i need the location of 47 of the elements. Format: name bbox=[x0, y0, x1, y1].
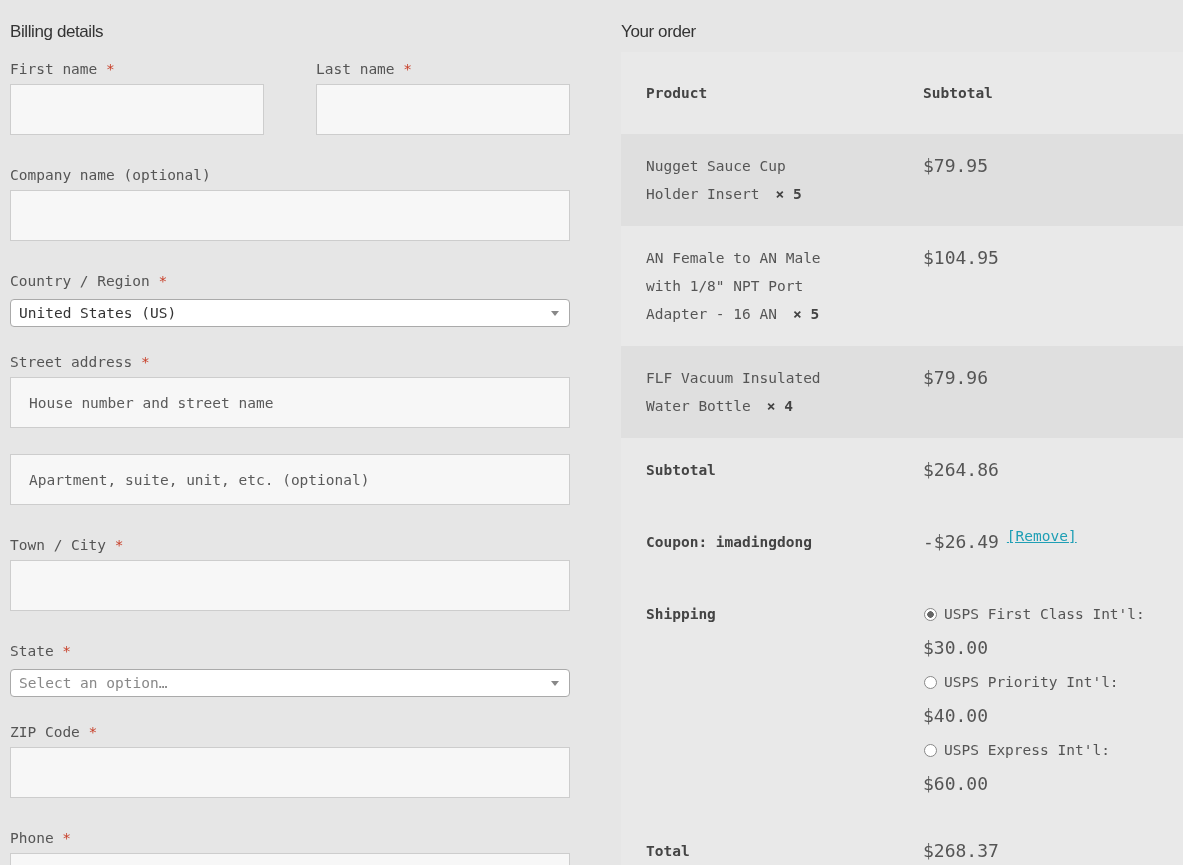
total-label: Coupon: imadingdong bbox=[646, 533, 812, 552]
text-input[interactable] bbox=[10, 560, 570, 611]
shipping-price: $60.00 bbox=[923, 772, 989, 796]
radio-button[interactable] bbox=[924, 743, 937, 757]
product-subtotal: $79.95 bbox=[923, 154, 989, 178]
shipping-price: $40.00 bbox=[923, 704, 989, 728]
product-subtotal: $104.95 bbox=[923, 246, 999, 270]
product-subtotal: $79.96 bbox=[923, 366, 989, 390]
text-input[interactable]: House number and street name bbox=[10, 377, 570, 428]
field-label: Phone * bbox=[10, 829, 72, 848]
section-heading: Billing details bbox=[10, 21, 104, 43]
field-label: State * bbox=[10, 642, 72, 661]
text-input[interactable] bbox=[10, 84, 264, 135]
field-label: ZIP Code * bbox=[10, 723, 98, 742]
column-header: Product bbox=[646, 84, 708, 103]
field-label: Company name (optional) bbox=[10, 166, 211, 185]
shipping-option-label: USPS Express Int'l: bbox=[944, 742, 1110, 758]
radio-button[interactable] bbox=[924, 607, 937, 621]
select-field[interactable]: Select an option… bbox=[10, 669, 570, 697]
caret-icon bbox=[551, 680, 559, 686]
caret-icon bbox=[551, 310, 559, 316]
field-label: Town / City * bbox=[10, 536, 124, 555]
shipping-price: $30.00 bbox=[923, 636, 989, 660]
field-label: Street address * bbox=[10, 353, 150, 372]
select-field[interactable]: United States (US) bbox=[10, 299, 570, 327]
total-label: Subtotal bbox=[646, 461, 716, 480]
remove-link[interactable]: [Remove] bbox=[1006, 528, 1077, 544]
product-name: AN Female to AN Male with 1/8" NPT Port Adapter - 16 AN × 5 bbox=[646, 249, 822, 324]
text-input[interactable] bbox=[316, 84, 570, 135]
amount-value: $268.37 bbox=[923, 839, 999, 863]
field-label: Country / Region * bbox=[10, 272, 168, 291]
column-header: Subtotal bbox=[923, 84, 993, 103]
text-input[interactable] bbox=[10, 747, 570, 798]
text-input[interactable]: Apartment, suite, unit, etc. (optional) bbox=[10, 454, 570, 505]
total-label: Shipping bbox=[646, 605, 716, 624]
shipping-option-label: USPS Priority Int'l: bbox=[944, 674, 1119, 690]
discount-value: -$26.49 bbox=[923, 530, 999, 554]
field-label: First name * bbox=[10, 60, 115, 79]
section-heading: Your order bbox=[621, 21, 696, 43]
product-name: FLF Vacuum Insulated Water Bottle × 4 bbox=[646, 369, 822, 416]
amount-value: $264.86 bbox=[923, 458, 999, 482]
total-label: Total bbox=[646, 842, 690, 861]
field-label: Last name * bbox=[316, 60, 412, 79]
text-input[interactable] bbox=[10, 190, 570, 241]
shipping-option-label: USPS First Class Int'l: bbox=[944, 606, 1145, 622]
radio-button[interactable] bbox=[924, 675, 937, 689]
product-name: Nugget Sauce Cup Holder Insert × 5 bbox=[646, 157, 803, 204]
